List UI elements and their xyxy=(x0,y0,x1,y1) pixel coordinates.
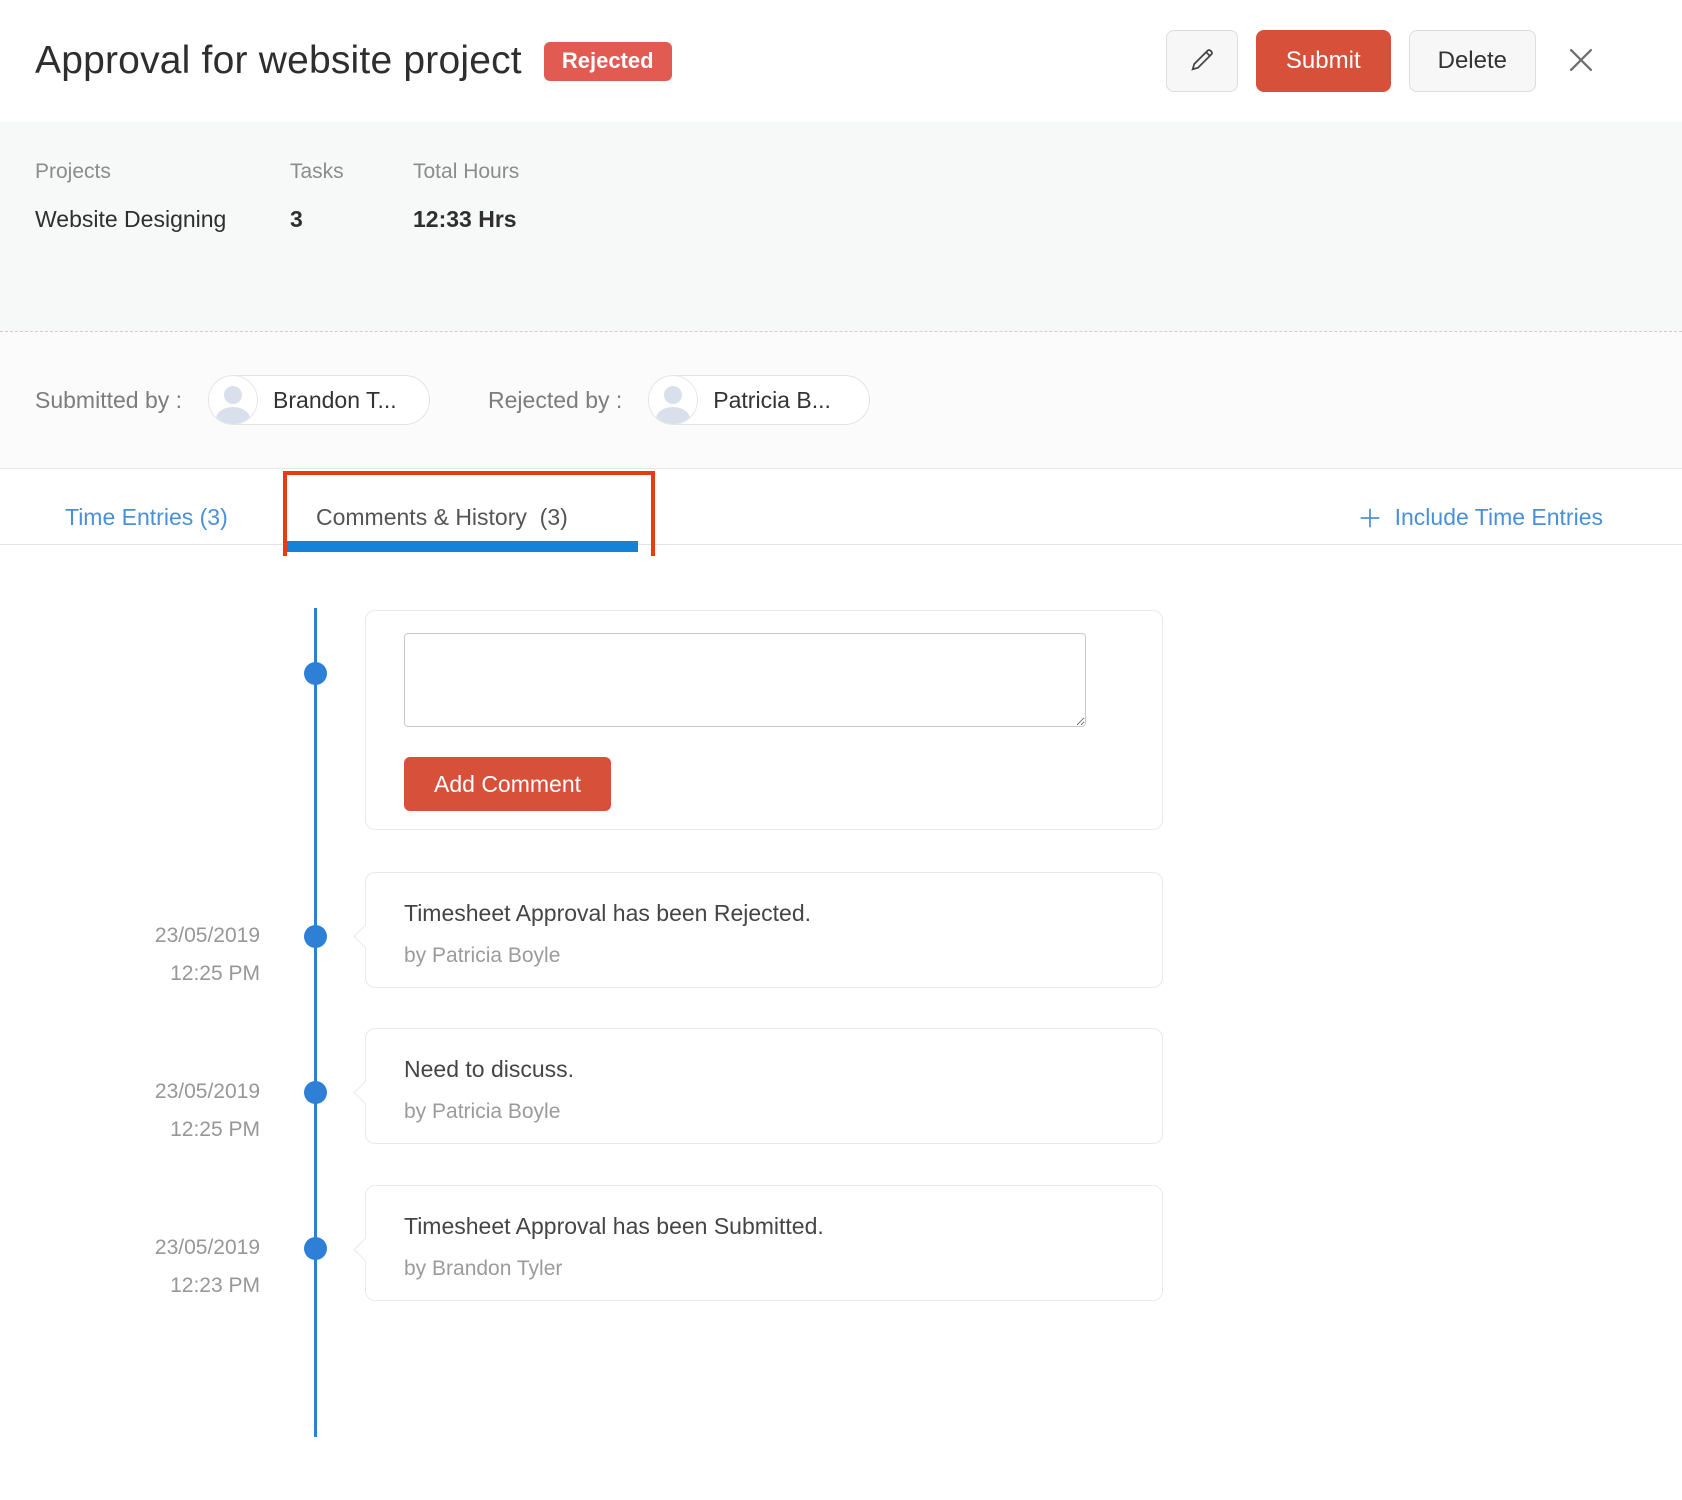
total-hours-column: Total Hours 12:33 Hrs xyxy=(413,160,519,331)
tab-time-entries[interactable]: Time Entries (3) xyxy=(65,504,228,531)
entry-time: 12:23 PM xyxy=(100,1273,260,1299)
submit-button[interactable]: Submit xyxy=(1256,30,1391,92)
entry-datetime: 23/05/2019 12:25 PM xyxy=(100,1079,260,1143)
projects-column: Projects Website Designing xyxy=(35,160,290,331)
close-icon xyxy=(1564,43,1598,80)
tab-comments-history[interactable]: Comments & History (3) xyxy=(316,504,568,531)
rejected-by-chip[interactable]: Patricia B... xyxy=(648,375,870,425)
tab-bar-divider xyxy=(0,544,1682,545)
submitted-by-chip[interactable]: Brandon T... xyxy=(208,375,430,425)
entry-message: Need to discuss. xyxy=(404,1055,1124,1083)
avatar xyxy=(648,375,698,425)
page-title: Approval for website project xyxy=(35,39,522,83)
entry-date: 23/05/2019 xyxy=(100,1235,260,1261)
header: Approval for website project Rejected Su… xyxy=(0,0,1682,122)
project-name: Website Designing xyxy=(35,206,290,233)
comment-input[interactable] xyxy=(404,633,1086,727)
entry-time: 12:25 PM xyxy=(100,1117,260,1143)
close-button[interactable] xyxy=(1562,42,1600,80)
timeline-dot xyxy=(304,925,327,948)
add-comment-card: Add Comment xyxy=(365,610,1163,830)
active-tab-underline xyxy=(287,541,638,552)
include-time-entries-link[interactable]: Include Time Entries xyxy=(1357,504,1603,531)
delete-button[interactable]: Delete xyxy=(1409,30,1536,92)
tab-bar: Time Entries (3) Comments & History (3) … xyxy=(0,469,1682,556)
header-actions: Submit Delete xyxy=(1166,30,1600,92)
timeline-dot xyxy=(304,662,327,685)
submitted-by-label: Submitted by : xyxy=(35,387,182,414)
history-entry-card: Need to discuss. by Patricia Boyle xyxy=(365,1028,1163,1144)
entry-message: Timesheet Approval has been Submitted. xyxy=(404,1212,1124,1240)
summary-band: Projects Website Designing Tasks 3 Total… xyxy=(0,122,1682,332)
timeline-line xyxy=(314,608,317,1437)
entry-author: by Patricia Boyle xyxy=(404,944,1124,968)
submitted-by-name: Brandon T... xyxy=(273,387,397,414)
pencil-icon xyxy=(1187,45,1217,78)
history-entry-card: Timesheet Approval has been Rejected. by… xyxy=(365,872,1163,988)
tasks-column: Tasks 3 xyxy=(290,160,413,331)
entry-date: 23/05/2019 xyxy=(100,923,260,949)
entry-message: Timesheet Approval has been Rejected. xyxy=(404,899,1124,927)
entry-time: 12:25 PM xyxy=(100,961,260,987)
entry-author: by Brandon Tyler xyxy=(404,1257,1124,1281)
rejected-by-name: Patricia B... xyxy=(713,387,831,414)
total-hours-value: 12:33 Hrs xyxy=(413,206,519,233)
edit-button[interactable] xyxy=(1166,30,1238,92)
history-entry-card: Timesheet Approval has been Submitted. b… xyxy=(365,1185,1163,1301)
entry-author: by Patricia Boyle xyxy=(404,1100,1124,1124)
projects-label: Projects xyxy=(35,160,290,184)
tasks-label: Tasks xyxy=(290,160,413,184)
include-time-entries-label: Include Time Entries xyxy=(1395,504,1603,531)
comments-history-panel: Add Comment 23/05/2019 12:25 PM Timeshee… xyxy=(0,556,1682,1500)
people-band: Submitted by : Brandon T... Rejected by … xyxy=(0,332,1682,469)
tasks-count: 3 xyxy=(290,206,413,233)
rejected-by-label: Rejected by : xyxy=(488,387,622,414)
entry-datetime: 23/05/2019 12:23 PM xyxy=(100,1235,260,1299)
add-comment-button[interactable]: Add Comment xyxy=(404,757,611,811)
total-hours-label: Total Hours xyxy=(413,160,519,184)
entry-date: 23/05/2019 xyxy=(100,1079,260,1105)
entry-datetime: 23/05/2019 12:25 PM xyxy=(100,923,260,987)
timeline-dot xyxy=(304,1237,327,1260)
status-badge: Rejected xyxy=(544,42,672,81)
plus-icon xyxy=(1357,505,1383,531)
avatar xyxy=(208,375,258,425)
timeline-dot xyxy=(304,1081,327,1104)
